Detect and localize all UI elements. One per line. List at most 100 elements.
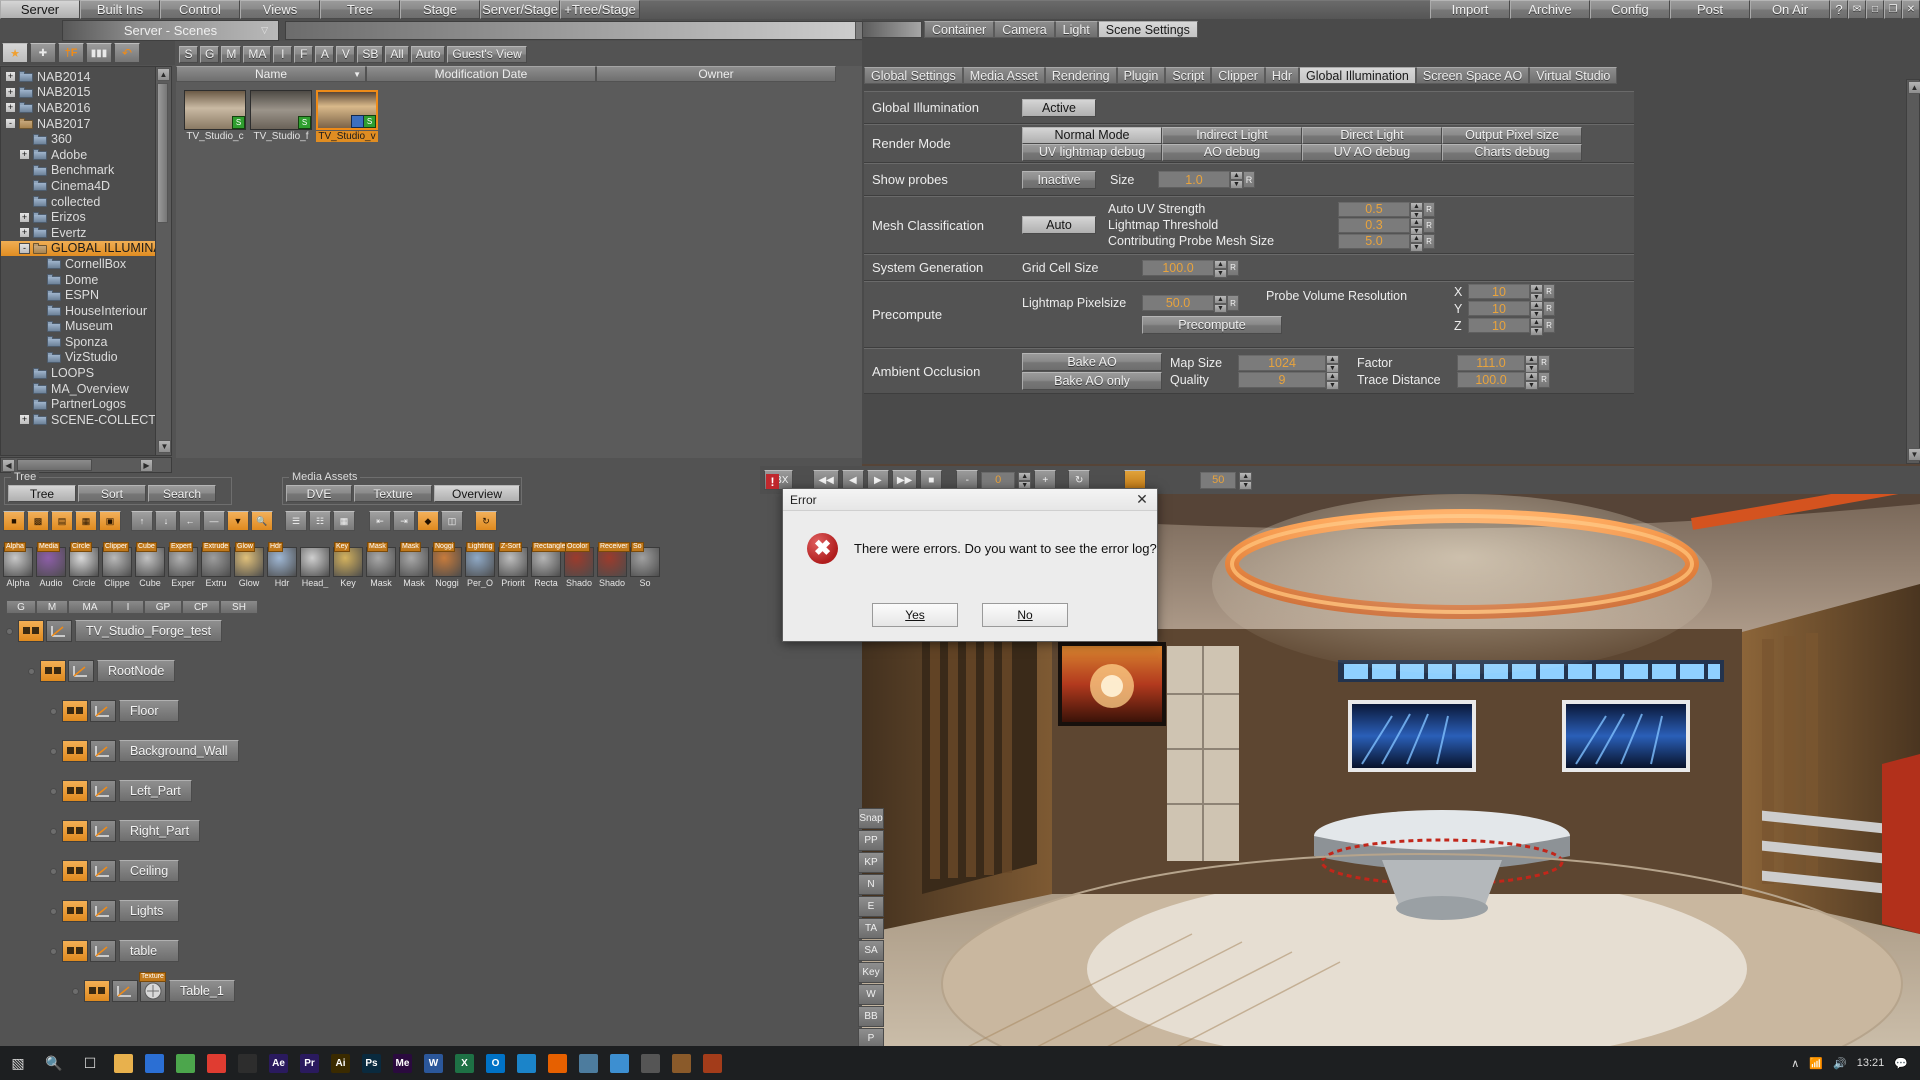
transform-icon[interactable]	[112, 980, 138, 1002]
menu-control[interactable]: Control	[160, 0, 240, 19]
tree-item-cinema4d[interactable]: Cinema4D	[1, 178, 171, 194]
tree-item-partnerlogos[interactable]: PartnerLogos	[1, 396, 171, 412]
fast-forward-button[interactable]: ▶▶	[891, 470, 918, 490]
tree-item-houseinteriour[interactable]: HouseInteriour	[1, 303, 171, 319]
taskbar-app-terminal[interactable]	[232, 1046, 263, 1080]
col-m[interactable]: M	[36, 600, 68, 614]
filter-guests-view[interactable]: Guest's View	[447, 45, 527, 63]
play-button[interactable]: ▶	[866, 470, 889, 490]
transform-icon[interactable]	[46, 620, 72, 642]
list-icon[interactable]: ▮▮▮	[86, 43, 112, 63]
tree-collapse-icon[interactable]: —	[203, 511, 225, 531]
texture-icon[interactable]: Texture	[139, 972, 166, 1002]
error-indicator-icon[interactable]: !	[766, 474, 779, 489]
probe-resolution-x[interactable]: 10	[1468, 284, 1530, 299]
step-back-button[interactable]: ◀	[841, 470, 864, 490]
lightmap-pixelsize-reset[interactable]: R	[1227, 295, 1239, 311]
col-g[interactable]: G	[6, 600, 36, 614]
scene-node-label[interactable]: Background_Wall	[119, 740, 239, 762]
transform-icon[interactable]	[68, 660, 94, 682]
expand-icon[interactable]: +	[19, 211, 30, 223]
ao-factor-stepper[interactable]: ▲ ▼	[1525, 354, 1538, 373]
scene-node-label[interactable]: table	[119, 940, 179, 962]
tree-item-dome[interactable]: Dome	[1, 272, 171, 288]
ao-factor-value[interactable]: 111.0	[1457, 354, 1525, 371]
transform-icon[interactable]	[90, 820, 116, 842]
side-key-kp[interactable]: KP	[858, 852, 884, 873]
ao-quality-stepper[interactable]: ▲ ▼	[1326, 371, 1339, 390]
close-icon[interactable]: ✕	[1129, 490, 1155, 510]
taskbar-app-viz-artist[interactable]	[573, 1046, 604, 1080]
tree-scroll-thumb[interactable]	[157, 83, 168, 223]
properties-vertical-scrollbar[interactable]: ▲ ▼	[1906, 79, 1920, 464]
side-key-sa[interactable]: SA	[858, 940, 884, 961]
container-icon[interactable]	[62, 860, 88, 882]
tree-item-sponza[interactable]: Sponza	[1, 334, 171, 350]
node-expand-dot[interactable]	[6, 627, 13, 635]
palette-item-per-o[interactable]: Lighting Per_O	[464, 542, 496, 588]
tree-item-adobe[interactable]: + Adobe	[1, 147, 171, 163]
auto-uv-strength-stepper[interactable]: ▲ ▼	[1410, 201, 1423, 220]
scroll-up-icon[interactable]: ▲	[157, 68, 170, 81]
container-icon[interactable]	[62, 820, 88, 842]
filter-v[interactable]: V	[336, 45, 356, 63]
grid-cell-size-reset[interactable]: R	[1227, 259, 1239, 276]
palette-item-audio[interactable]: Media Audio	[35, 542, 67, 588]
taskbar-app-viz-engine[interactable]	[666, 1046, 697, 1080]
auto-uv-strength-value[interactable]: 0.5	[1338, 201, 1410, 217]
probe-size-reset[interactable]: R	[1243, 171, 1255, 188]
tree-list-icon[interactable]: ☰	[285, 511, 307, 531]
side-key-n[interactable]: N	[858, 874, 884, 895]
clock-time[interactable]: 13:21	[1857, 1057, 1885, 1069]
tree-vertical-scrollbar[interactable]: ▲ ▼	[155, 67, 171, 455]
tab-camera[interactable]: Camera	[994, 21, 1055, 38]
node-expand-dot[interactable]	[50, 787, 57, 795]
undo-icon[interactable]: ↶	[114, 43, 140, 63]
close-icon[interactable]: ✕	[1902, 0, 1920, 19]
frame-plus-button[interactable]: +	[1034, 470, 1057, 490]
menu-post[interactable]: Post	[1670, 0, 1750, 19]
taskbar-app-outlook[interactable]: O	[480, 1046, 511, 1080]
node-expand-dot[interactable]	[50, 947, 57, 955]
menu-tree-stage[interactable]: +Tree/Stage	[560, 0, 640, 19]
tree-left-icon[interactable]: ←	[179, 511, 201, 531]
col-i[interactable]: I	[112, 600, 144, 614]
tree-hscroll-thumb[interactable]	[17, 459, 92, 471]
probe-resolution-y-stepper[interactable]: ▲ ▼	[1530, 301, 1543, 319]
tab-global-settings[interactable]: Global Settings	[864, 67, 963, 84]
restore-icon[interactable]: ❐	[1884, 0, 1902, 19]
container-icon[interactable]	[40, 660, 66, 682]
task-view-icon[interactable]: ☐	[72, 1046, 108, 1080]
ao-map-size-value[interactable]: 1024	[1238, 354, 1326, 371]
palette-item-so[interactable]: So So	[629, 542, 661, 588]
palette-item-noggi[interactable]: Noggi Noggi	[431, 542, 463, 588]
properties-scroll-up-icon[interactable]: ▲	[1908, 81, 1920, 94]
palette-item-hdr[interactable]: Hdr Hdr	[266, 542, 298, 588]
overview-button[interactable]: Overview	[434, 485, 520, 502]
palette-item-shado[interactable]: Ocolor Shado	[563, 542, 595, 588]
grid-cell-size-value[interactable]: 100.0	[1142, 259, 1214, 276]
group-nodes-icon[interactable]: ◫	[441, 511, 463, 531]
tree-item-erizos[interactable]: + Erizos	[1, 209, 171, 225]
col-ma[interactable]: MA	[68, 600, 112, 614]
dve-button[interactable]: DVE	[286, 485, 352, 502]
container-icon[interactable]	[62, 780, 88, 802]
tree-item-nab2017[interactable]: - NAB2017	[1, 116, 171, 132]
precompute-button[interactable]: Precompute	[1142, 316, 1282, 334]
node-expand-dot[interactable]	[50, 867, 57, 875]
scene-node-lights[interactable]: Lights	[50, 898, 179, 924]
scene-node-tree[interactable]: G M MA I GP CP SH TV_Studio_Forge_test Ro…	[0, 600, 700, 1030]
side-key-snap[interactable]: Snap	[858, 808, 884, 829]
tree-item-ma-overview[interactable]: MA_Overview	[1, 381, 171, 397]
add-container-icon[interactable]: ■	[3, 511, 25, 531]
scene-node-ceiling[interactable]: Ceiling	[50, 858, 180, 884]
tab-hdr[interactable]: Hdr	[1264, 67, 1300, 84]
network-icon[interactable]: 📶	[1809, 1057, 1823, 1070]
filter-g[interactable]: G	[200, 45, 220, 63]
container-icon[interactable]	[84, 980, 110, 1002]
scene-node-label[interactable]: Floor	[119, 700, 179, 722]
taskbar-app-viz-artist-active[interactable]	[697, 1046, 728, 1080]
menu-views[interactable]: Views	[240, 0, 320, 19]
scene-node-floor[interactable]: Floor	[50, 698, 179, 724]
rewind-button[interactable]: ◀◀	[813, 470, 839, 490]
